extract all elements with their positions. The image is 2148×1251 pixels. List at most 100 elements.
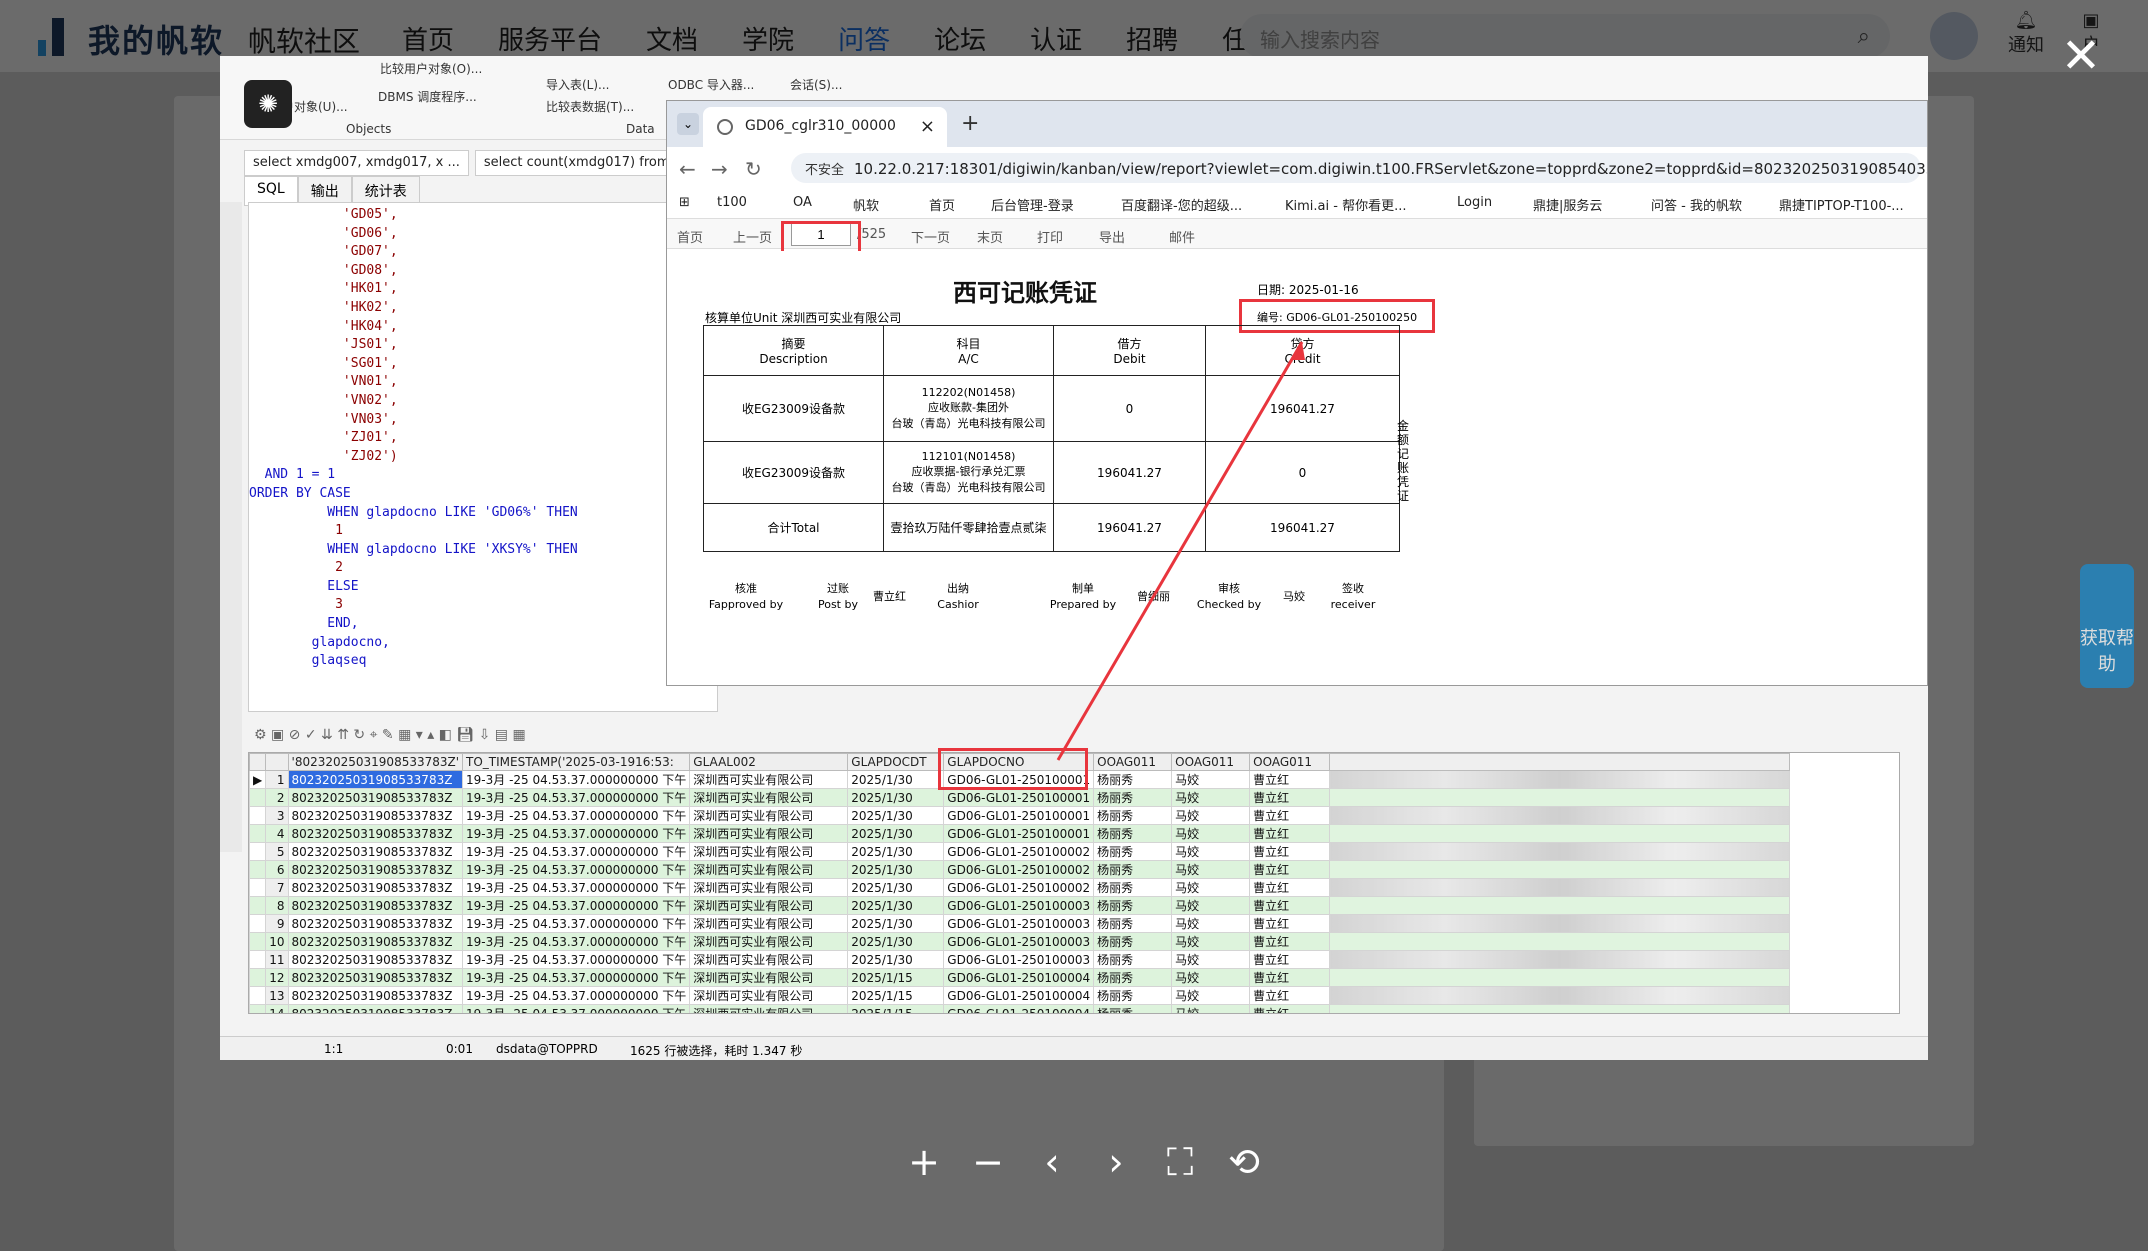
table-cell[interactable]: GD06-GL01-250100002 bbox=[943, 842, 1095, 861]
table-cell[interactable]: 19-3月 -25 04.53.37.000000000 下午 bbox=[462, 770, 691, 789]
next-image-icon[interactable]: › bbox=[1098, 1140, 1134, 1184]
table-row[interactable]: 2 80232025031908533783Z 19-3月 -25 04.53.37… bbox=[249, 788, 1791, 807]
close-tab-icon[interactable]: × bbox=[920, 116, 935, 137]
table-cell[interactable]: 19-3月 -25 04.53.37.000000000 下午 bbox=[462, 842, 691, 861]
table-row[interactable]: 13 80232025031908533783Z 19-3月 -25 04.53.3… bbox=[249, 986, 1791, 1005]
nav-item-academy[interactable]: 学院 bbox=[742, 20, 794, 57]
table-cell[interactable]: 曹立红 bbox=[1249, 914, 1331, 933]
table-cell[interactable]: 19-3月 -25 04.53.37.000000000 下午 bbox=[462, 824, 691, 843]
grid-header-id[interactable]: '80232025031908533783Z' bbox=[287, 753, 464, 771]
table-cell[interactable]: 深圳西可实业有限公司 bbox=[689, 806, 849, 825]
close-icon[interactable]: ✕ bbox=[2058, 32, 2104, 82]
table-row[interactable]: 7 80232025031908533783Z 19-3月 -25 04.53.37… bbox=[249, 878, 1791, 897]
table-cell[interactable]: 杨丽秀 bbox=[1093, 860, 1173, 879]
table-cell[interactable]: GD06-GL01-250100004 bbox=[943, 986, 1095, 1005]
table-cell[interactable]: GD06-GL01-250100004 bbox=[943, 1004, 1095, 1013]
table-row[interactable]: 3 80232025031908533783Z 19-3月 -25 04.53.37… bbox=[249, 806, 1791, 825]
table-cell[interactable]: 80232025031908533783Z bbox=[287, 932, 464, 951]
table-cell[interactable]: 2025/1/30 bbox=[847, 860, 945, 879]
bookmark-oa[interactable]: OA bbox=[793, 195, 812, 210]
logo-text[interactable]: 我的帆软 bbox=[88, 16, 224, 62]
nav-item-docs[interactable]: 文档 bbox=[646, 20, 698, 57]
nav-item-qa[interactable]: 问答 bbox=[838, 20, 890, 57]
tab-list-chevron-icon[interactable]: ⌄ bbox=[677, 113, 699, 135]
bookmark-home[interactable]: 首页 bbox=[929, 195, 955, 214]
prev-image-icon[interactable]: ‹ bbox=[1034, 1140, 1070, 1184]
bookmark-t100[interactable]: t100 bbox=[717, 195, 747, 210]
bookmark-tiptop[interactable]: 鼎捷TIPTOP-T100-... bbox=[1779, 195, 1904, 214]
table-cell[interactable]: 马姣 bbox=[1171, 914, 1251, 933]
email-button[interactable]: 邮件 bbox=[1169, 227, 1195, 246]
table-cell[interactable]: GD06-GL01-250100003 bbox=[943, 914, 1095, 933]
avatar[interactable] bbox=[1930, 12, 1978, 60]
table-cell[interactable]: 2025/1/30 bbox=[847, 932, 945, 951]
compare-table-data[interactable]: 比较表数据(T)... bbox=[546, 98, 634, 115]
compare-user-objects[interactable]: 比较用户对象(O)... bbox=[380, 60, 482, 77]
table-cell[interactable]: 马姣 bbox=[1171, 968, 1251, 987]
table-row[interactable]: 11 80232025031908533783Z 19-3月 -25 04.53.3… bbox=[249, 950, 1791, 969]
table-cell[interactable]: 80232025031908533783Z bbox=[287, 806, 464, 825]
fit-screen-icon[interactable]: ⛶ bbox=[1162, 1140, 1198, 1184]
table-cell[interactable]: 马姣 bbox=[1171, 842, 1251, 861]
nav-item-service[interactable]: 服务平台 bbox=[498, 20, 602, 57]
notification-button[interactable]: 🔔︎ 通知 bbox=[2008, 10, 2044, 57]
status-connection[interactable]: dsdata@TOPPRD bbox=[496, 1042, 598, 1056]
insecure-badge[interactable]: 不安全 bbox=[805, 163, 844, 178]
rotate-icon[interactable]: ⟲ bbox=[1226, 1140, 1262, 1184]
table-cell[interactable]: 曹立红 bbox=[1249, 986, 1331, 1005]
forward-icon[interactable]: → bbox=[711, 157, 728, 181]
first-page-button[interactable]: 首页 bbox=[677, 227, 703, 246]
table-cell[interactable]: 19-3月 -25 04.53.37.000000000 下午 bbox=[462, 788, 691, 807]
table-cell[interactable]: 杨丽秀 bbox=[1093, 770, 1173, 789]
table-cell[interactable]: 80232025031908533783Z bbox=[287, 1004, 464, 1013]
table-cell[interactable]: 曹立红 bbox=[1249, 932, 1331, 951]
table-cell[interactable]: GD06-GL01-250100001 bbox=[943, 788, 1095, 807]
table-cell[interactable]: 深圳西可实业有限公司 bbox=[689, 842, 849, 861]
table-cell[interactable]: 曹立红 bbox=[1249, 968, 1331, 987]
nav-item-home[interactable]: 首页 bbox=[402, 20, 454, 57]
table-cell[interactable]: GD06-GL01-250100001 bbox=[943, 806, 1095, 825]
table-cell[interactable]: 2025/1/30 bbox=[847, 788, 945, 807]
query-tab-1[interactable]: select xmdg007, xmdg017, x ... bbox=[244, 150, 469, 176]
table-cell[interactable]: GD06-GL01-250100003 bbox=[943, 950, 1095, 969]
table-cell[interactable]: 19-3月 -25 04.53.37.000000000 下午 bbox=[462, 932, 691, 951]
table-cell[interactable]: 2025/1/30 bbox=[847, 950, 945, 969]
table-cell[interactable]: GD06-GL01-250100001 bbox=[943, 824, 1095, 843]
odbc-importer[interactable]: ODBC 导入器... bbox=[668, 76, 754, 93]
table-cell[interactable]: 曹立红 bbox=[1249, 806, 1331, 825]
table-cell[interactable]: 深圳西可实业有限公司 bbox=[689, 968, 849, 987]
apps-icon[interactable]: ⊞ bbox=[679, 195, 690, 210]
table-cell[interactable]: 深圳西可实业有限公司 bbox=[689, 788, 849, 807]
table-cell[interactable]: 80232025031908533783Z bbox=[287, 968, 464, 987]
table-cell[interactable]: 杨丽秀 bbox=[1093, 950, 1173, 969]
table-cell[interactable]: GD06-GL01-250100003 bbox=[943, 932, 1095, 951]
table-cell[interactable]: 马姣 bbox=[1171, 932, 1251, 951]
table-cell[interactable]: 80232025031908533783Z bbox=[287, 914, 464, 933]
grid-header-ooag011-2[interactable]: OOAG011 bbox=[1171, 753, 1251, 771]
table-cell[interactable]: 19-3月 -25 04.53.37.000000000 下午 bbox=[462, 878, 691, 897]
table-cell[interactable]: 2025/1/15 bbox=[847, 1004, 945, 1013]
table-cell[interactable]: 2 bbox=[265, 788, 289, 807]
table-row[interactable]: 4 80232025031908533783Z 19-3月 -25 04.53.37… bbox=[249, 824, 1791, 843]
grid-header-timestamp[interactable]: TO_TIMESTAMP('2025-03-1916:53: bbox=[462, 753, 691, 771]
table-cell[interactable]: 80232025031908533783Z bbox=[287, 878, 464, 897]
table-cell[interactable]: 2025/1/15 bbox=[847, 968, 945, 987]
zoom-in-icon[interactable]: + bbox=[906, 1140, 942, 1184]
table-cell[interactable]: 马姣 bbox=[1171, 986, 1251, 1005]
table-cell[interactable]: 80232025031908533783Z bbox=[287, 896, 464, 915]
table-cell[interactable]: 深圳西可实业有限公司 bbox=[689, 914, 849, 933]
nav-item-cert[interactable]: 认证 bbox=[1030, 20, 1082, 57]
table-cell[interactable]: 杨丽秀 bbox=[1093, 824, 1173, 843]
browser-tab[interactable]: GD06_cglr310_00000 × bbox=[703, 107, 947, 147]
query-tab-2[interactable]: select count(xmdg017) from ... bbox=[474, 150, 696, 176]
table-cell[interactable]: 19-3月 -25 04.53.37.000000000 下午 bbox=[462, 896, 691, 915]
table-cell[interactable]: 杨丽秀 bbox=[1093, 842, 1173, 861]
bookmark-kimi[interactable]: Kimi.ai - 帮你看更... bbox=[1285, 195, 1406, 214]
table-row[interactable]: 14 80232025031908533783Z 19-3月 -25 04.53.3… bbox=[249, 1004, 1791, 1013]
table-cell[interactable]: 80232025031908533783Z bbox=[287, 824, 464, 843]
table-cell[interactable]: 马姣 bbox=[1171, 806, 1251, 825]
ai-brain-icon[interactable]: ✺ bbox=[244, 80, 292, 128]
table-cell[interactable]: 曹立红 bbox=[1249, 878, 1331, 897]
table-cell[interactable]: 曹立红 bbox=[1249, 824, 1331, 843]
table-cell[interactable]: 马姣 bbox=[1171, 770, 1251, 789]
